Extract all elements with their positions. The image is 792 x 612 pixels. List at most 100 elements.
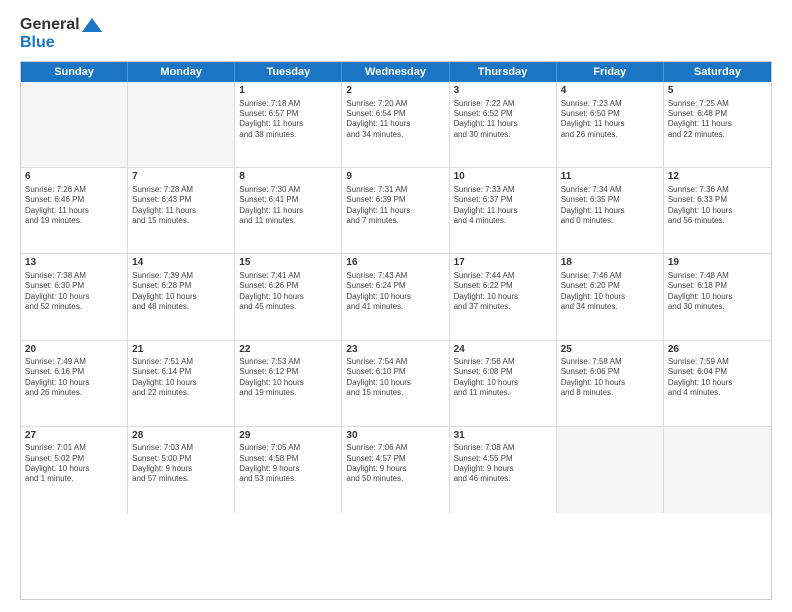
logo: General Blue [20, 16, 102, 51]
calendar-cell: 4Sunrise: 7:23 AM Sunset: 6:50 PM Daylig… [557, 82, 664, 167]
day-number: 15 [239, 256, 337, 270]
calendar-cell: 22Sunrise: 7:53 AM Sunset: 6:12 PM Dayli… [235, 341, 342, 426]
day-info: Sunrise: 7:18 AM Sunset: 6:57 PM Dayligh… [239, 99, 337, 141]
day-info: Sunrise: 7:36 AM Sunset: 6:33 PM Dayligh… [668, 185, 767, 227]
day-info: Sunrise: 7:41 AM Sunset: 6:26 PM Dayligh… [239, 271, 337, 313]
day-info: Sunrise: 7:38 AM Sunset: 6:30 PM Dayligh… [25, 271, 123, 313]
calendar-page: General Blue SundayMondayTuesdayWednesda… [0, 0, 792, 612]
day-info: Sunrise: 7:48 AM Sunset: 6:18 PM Dayligh… [668, 271, 767, 313]
weekday-header-monday: Monday [128, 62, 235, 82]
day-number: 24 [454, 343, 552, 357]
day-info: Sunrise: 7:05 AM Sunset: 4:58 PM Dayligh… [239, 443, 337, 485]
day-info: Sunrise: 7:26 AM Sunset: 6:46 PM Dayligh… [25, 185, 123, 227]
calendar-cell: 19Sunrise: 7:48 AM Sunset: 6:18 PM Dayli… [664, 254, 771, 339]
calendar-cell: 26Sunrise: 7:59 AM Sunset: 6:04 PM Dayli… [664, 341, 771, 426]
calendar-cell: 27Sunrise: 7:01 AM Sunset: 5:02 PM Dayli… [21, 427, 128, 513]
weekday-header-wednesday: Wednesday [342, 62, 449, 82]
day-info: Sunrise: 7:56 AM Sunset: 6:08 PM Dayligh… [454, 357, 552, 399]
day-info: Sunrise: 7:06 AM Sunset: 4:57 PM Dayligh… [346, 443, 444, 485]
day-info: Sunrise: 7:23 AM Sunset: 6:50 PM Dayligh… [561, 99, 659, 141]
calendar-grid: SundayMondayTuesdayWednesdayThursdayFrid… [20, 61, 772, 600]
day-number: 19 [668, 256, 767, 270]
day-info: Sunrise: 7:44 AM Sunset: 6:22 PM Dayligh… [454, 271, 552, 313]
calendar-cell: 31Sunrise: 7:08 AM Sunset: 4:55 PM Dayli… [450, 427, 557, 513]
day-info: Sunrise: 7:49 AM Sunset: 6:16 PM Dayligh… [25, 357, 123, 399]
calendar-cell: 5Sunrise: 7:25 AM Sunset: 6:48 PM Daylig… [664, 82, 771, 167]
calendar-cell: 15Sunrise: 7:41 AM Sunset: 6:26 PM Dayli… [235, 254, 342, 339]
day-number: 9 [346, 170, 444, 184]
weekday-header-tuesday: Tuesday [235, 62, 342, 82]
day-info: Sunrise: 7:51 AM Sunset: 6:14 PM Dayligh… [132, 357, 230, 399]
day-number: 21 [132, 343, 230, 357]
day-info: Sunrise: 7:58 AM Sunset: 6:06 PM Dayligh… [561, 357, 659, 399]
day-number: 27 [25, 429, 123, 443]
day-number: 13 [25, 256, 123, 270]
calendar-week-2: 6Sunrise: 7:26 AM Sunset: 6:46 PM Daylig… [21, 168, 771, 254]
calendar-cell: 12Sunrise: 7:36 AM Sunset: 6:33 PM Dayli… [664, 168, 771, 253]
day-number: 25 [561, 343, 659, 357]
calendar-cell: 7Sunrise: 7:28 AM Sunset: 6:43 PM Daylig… [128, 168, 235, 253]
weekday-header-saturday: Saturday [664, 62, 771, 82]
day-number: 16 [346, 256, 444, 270]
day-info: Sunrise: 7:39 AM Sunset: 6:28 PM Dayligh… [132, 271, 230, 313]
weekday-header-sunday: Sunday [21, 62, 128, 82]
calendar-cell: 2Sunrise: 7:20 AM Sunset: 6:54 PM Daylig… [342, 82, 449, 167]
day-info: Sunrise: 7:01 AM Sunset: 5:02 PM Dayligh… [25, 443, 123, 485]
weekday-header-friday: Friday [557, 62, 664, 82]
day-info: Sunrise: 7:31 AM Sunset: 6:39 PM Dayligh… [346, 185, 444, 227]
day-info: Sunrise: 7:30 AM Sunset: 6:41 PM Dayligh… [239, 185, 337, 227]
calendar-cell: 8Sunrise: 7:30 AM Sunset: 6:41 PM Daylig… [235, 168, 342, 253]
day-number: 3 [454, 84, 552, 98]
calendar-header: SundayMondayTuesdayWednesdayThursdayFrid… [21, 62, 771, 82]
calendar-cell: 13Sunrise: 7:38 AM Sunset: 6:30 PM Dayli… [21, 254, 128, 339]
day-number: 31 [454, 429, 552, 443]
calendar-cell: 18Sunrise: 7:46 AM Sunset: 6:20 PM Dayli… [557, 254, 664, 339]
day-info: Sunrise: 7:43 AM Sunset: 6:24 PM Dayligh… [346, 271, 444, 313]
calendar-cell: 11Sunrise: 7:34 AM Sunset: 6:35 PM Dayli… [557, 168, 664, 253]
day-info: Sunrise: 7:03 AM Sunset: 5:00 PM Dayligh… [132, 443, 230, 485]
day-number: 1 [239, 84, 337, 98]
day-info: Sunrise: 7:20 AM Sunset: 6:54 PM Dayligh… [346, 99, 444, 141]
calendar-cell: 1Sunrise: 7:18 AM Sunset: 6:57 PM Daylig… [235, 82, 342, 167]
day-number: 30 [346, 429, 444, 443]
calendar-cell: 9Sunrise: 7:31 AM Sunset: 6:39 PM Daylig… [342, 168, 449, 253]
calendar-cell: 24Sunrise: 7:56 AM Sunset: 6:08 PM Dayli… [450, 341, 557, 426]
day-number: 17 [454, 256, 552, 270]
day-number: 11 [561, 170, 659, 184]
day-info: Sunrise: 7:46 AM Sunset: 6:20 PM Dayligh… [561, 271, 659, 313]
calendar-cell: 3Sunrise: 7:22 AM Sunset: 6:52 PM Daylig… [450, 82, 557, 167]
page-header: General Blue [20, 16, 772, 51]
day-info: Sunrise: 7:34 AM Sunset: 6:35 PM Dayligh… [561, 185, 659, 227]
calendar-week-1: 1Sunrise: 7:18 AM Sunset: 6:57 PM Daylig… [21, 82, 771, 168]
day-info: Sunrise: 7:33 AM Sunset: 6:37 PM Dayligh… [454, 185, 552, 227]
day-number: 5 [668, 84, 767, 98]
day-info: Sunrise: 7:54 AM Sunset: 6:10 PM Dayligh… [346, 357, 444, 399]
calendar-cell: 30Sunrise: 7:06 AM Sunset: 4:57 PM Dayli… [342, 427, 449, 513]
calendar-cell: 20Sunrise: 7:49 AM Sunset: 6:16 PM Dayli… [21, 341, 128, 426]
day-number: 10 [454, 170, 552, 184]
calendar-cell [557, 427, 664, 513]
calendar-cell: 21Sunrise: 7:51 AM Sunset: 6:14 PM Dayli… [128, 341, 235, 426]
calendar-cell: 10Sunrise: 7:33 AM Sunset: 6:37 PM Dayli… [450, 168, 557, 253]
day-number: 4 [561, 84, 659, 98]
day-number: 20 [25, 343, 123, 357]
day-number: 12 [668, 170, 767, 184]
calendar-week-5: 27Sunrise: 7:01 AM Sunset: 5:02 PM Dayli… [21, 427, 771, 513]
day-number: 2 [346, 84, 444, 98]
calendar-cell [128, 82, 235, 167]
day-info: Sunrise: 7:59 AM Sunset: 6:04 PM Dayligh… [668, 357, 767, 399]
calendar-week-3: 13Sunrise: 7:38 AM Sunset: 6:30 PM Dayli… [21, 254, 771, 340]
calendar-body: 1Sunrise: 7:18 AM Sunset: 6:57 PM Daylig… [21, 82, 771, 599]
day-number: 18 [561, 256, 659, 270]
day-info: Sunrise: 7:25 AM Sunset: 6:48 PM Dayligh… [668, 99, 767, 141]
day-number: 22 [239, 343, 337, 357]
calendar-cell: 17Sunrise: 7:44 AM Sunset: 6:22 PM Dayli… [450, 254, 557, 339]
day-number: 28 [132, 429, 230, 443]
logo-chevron-icon [82, 18, 102, 32]
weekday-header-thursday: Thursday [450, 62, 557, 82]
calendar-cell: 6Sunrise: 7:26 AM Sunset: 6:46 PM Daylig… [21, 168, 128, 253]
calendar-cell: 16Sunrise: 7:43 AM Sunset: 6:24 PM Dayli… [342, 254, 449, 339]
calendar-cell: 28Sunrise: 7:03 AM Sunset: 5:00 PM Dayli… [128, 427, 235, 513]
day-number: 23 [346, 343, 444, 357]
calendar-cell: 14Sunrise: 7:39 AM Sunset: 6:28 PM Dayli… [128, 254, 235, 339]
